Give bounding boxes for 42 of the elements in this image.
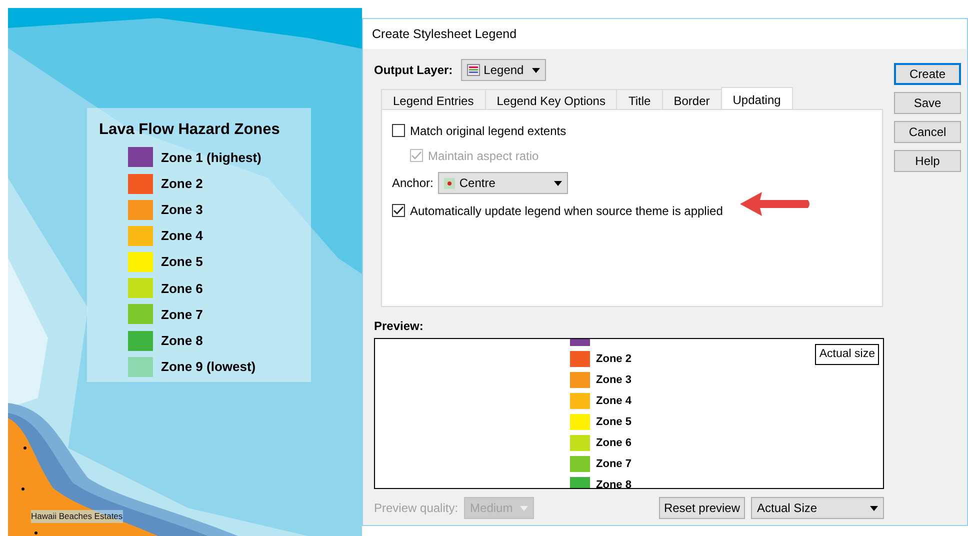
legend-label: Zone 5: [596, 414, 632, 430]
checkbox-label: Automatically update legend when source theme is applied: [410, 202, 723, 220]
legend-layer-icon: [466, 64, 480, 76]
legend-label: Zone 5: [161, 253, 203, 272]
tab[interactable]: Legend Entries: [381, 89, 486, 109]
legend-label: Zone 4: [596, 394, 632, 409]
size-badge: Actual size: [815, 344, 879, 366]
size-dropdown[interactable]: Actual Size: [751, 497, 884, 519]
anchor-dropdown[interactable]: Centre: [438, 172, 568, 194]
window-title: Create Stylesheet Legend: [363, 19, 967, 49]
legend-label: Zone 4: [161, 227, 203, 246]
checkbox[interactable]: [392, 124, 405, 137]
legend-label: Zone 1 (highest): [161, 148, 262, 167]
legend-label: Zone 7: [596, 456, 632, 472]
legend-label: Zone 8: [161, 332, 203, 350]
field-label: Preview quality:: [374, 500, 458, 517]
anchor-point-icon: [444, 178, 456, 188]
dialog-button[interactable]: Help: [894, 150, 961, 172]
output-layer-dropdown[interactable]: Legend: [460, 59, 546, 81]
dialog-button[interactable]: Save: [894, 92, 961, 114]
checkbox[interactable]: [392, 204, 405, 217]
legend-label: Zone 9 (lowest): [161, 358, 256, 376]
legend-label: Zone 2: [596, 352, 632, 367]
place-label: Hawaii Beaches Estates: [31, 510, 123, 523]
dialog-button[interactable]: Create: [894, 63, 961, 85]
field-label: Anchor:: [392, 175, 434, 192]
checkbox-label: Maintain aspect ratio: [428, 148, 539, 164]
legend-label: Zone 7: [161, 306, 203, 324]
field-label: Output Layer:: [374, 62, 453, 79]
reset-preview-button[interactable]: Reset preview: [658, 497, 745, 519]
legend-label: Zone 2: [161, 174, 203, 193]
tab[interactable]: Updating: [720, 87, 793, 109]
legend-label: Zone 3: [596, 372, 632, 388]
preview-label: Preview:: [374, 318, 424, 335]
checkbox-label: Match original legend extents: [410, 122, 566, 140]
legend-label: Zone 6: [596, 436, 632, 451]
legend-label: Zone 3: [161, 200, 203, 219]
legend-label: Zone 8: [596, 478, 632, 488]
tab[interactable]: Legend Key Options: [484, 89, 618, 109]
legend-title: Lava Flow Hazard Zones: [99, 120, 281, 140]
legend-label: Zone 6: [161, 280, 203, 298]
dialog-button[interactable]: Cancel: [894, 121, 961, 143]
